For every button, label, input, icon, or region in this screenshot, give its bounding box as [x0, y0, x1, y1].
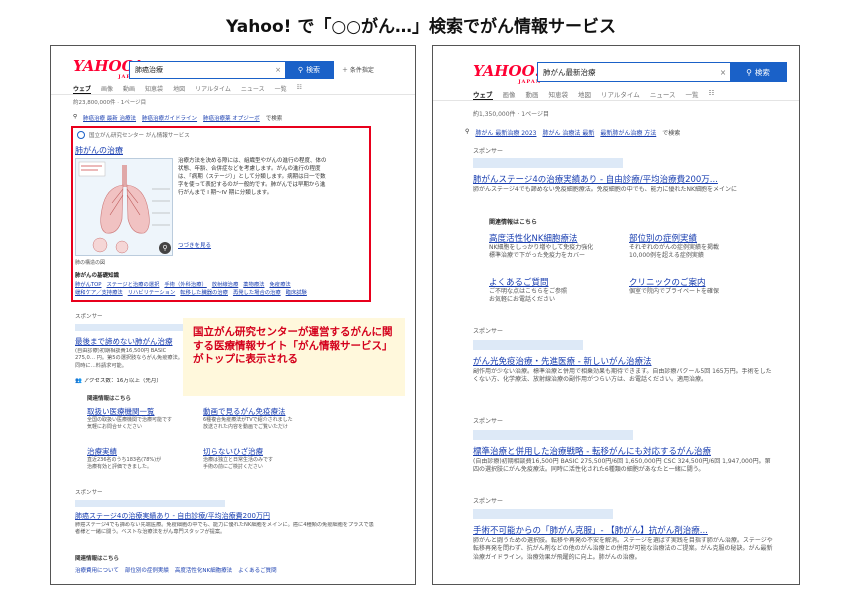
search-icon: ⚲: [465, 128, 470, 135]
related-suffix: で検索: [662, 130, 681, 137]
ad-1-desc: 肺がんステージ4でも諦めない免疫細胞療法。免疫細胞の中でも、能力に優れたNK細胞…: [473, 186, 737, 193]
result-count: 約1,350,000件 · 1ページ目: [473, 111, 549, 118]
ad-4-title[interactable]: 手術不可能からの「肺がん克服」- 【肺がん】抗がん剤治療...: [473, 524, 773, 536]
sitelink-desc: 直近236名のうち183名(78%)が 治療有効と評価できました。: [87, 457, 162, 470]
related-search-2[interactable]: 最新肺がん治療 方法: [600, 128, 656, 137]
sponsor-label-4: スポンサー: [473, 498, 504, 505]
sitelink-title[interactable]: クリニックのご案内: [629, 276, 719, 288]
ad-3-title[interactable]: 標準治療と併用した治療戦略 - 転移がんにも対応するがん治療: [473, 445, 773, 457]
ad-2-desc: 副作用が少ない治療。標準治療と併用で相乗効果も期待できます。自由診療パクール5回…: [473, 368, 772, 384]
ad-2-related-heading: 関連情報はこちら: [75, 556, 120, 562]
sitelink-0[interactable]: 高度活性化NK細胞療法 NK細胞をしっかり増やして免疫力強化 標準治療で下がった免…: [489, 232, 593, 261]
tabs-divider: [433, 100, 799, 101]
sitelink-title[interactable]: 高度活性化NK細胞療法: [489, 232, 593, 244]
ad-2-title[interactable]: 肺癌ステージ4の治療実績あり - 自由診療/平均治療費200万円: [75, 511, 385, 521]
logo-text: YAHOO!: [473, 62, 542, 80]
ad-4-desc: 肺がんと闘うための選択肢。転移や再発の不安を解消。ステージを選ばず実践を目指す肺…: [473, 537, 773, 561]
sitelink-3[interactable]: クリニックのご案内 個室で院内でプライベートを確保: [629, 276, 719, 296]
ad-2-link[interactable]: よくあるご質問: [238, 566, 277, 574]
search-icon: ⚲: [297, 66, 304, 74]
sitelink-desc: 6種複合免疫療法がTVで紹介されました 放送された内容を動画でご覧いただけ: [203, 417, 293, 430]
sitelink-title[interactable]: 取扱い医療機関一覧: [87, 406, 172, 417]
yahoo-logo[interactable]: YAHOO! JAPAN: [473, 64, 541, 85]
sitelink-2[interactable]: 治療実績 直近236名のうち183名(78%)が 治療有効と評価できました。: [87, 446, 161, 471]
sponsor-label-3: スポンサー: [473, 418, 504, 425]
search-input[interactable]: 肺がん最新治療: [538, 67, 716, 78]
annotation-callout: 国立がん研究センターが運営するがんに関する医療情報サイト「がん情報サービス」がト…: [183, 318, 405, 396]
page-title: Yahoo! で「○○がん…」検索でがん情報サービス: [225, 17, 617, 37]
search-icon: ⚲: [73, 114, 78, 120]
search-box[interactable]: 肺がん最新治療 × ⚲ 検索: [537, 62, 787, 82]
advanced-search-link[interactable]: ＋ 条件指定: [342, 65, 374, 74]
sitelink-title[interactable]: 部位別の症例実績: [629, 232, 719, 244]
blurred-url: [473, 158, 623, 168]
logo-sub: JAPAN: [518, 79, 542, 85]
sitelink-title[interactable]: 動画で見るがん免疫療法: [203, 406, 293, 417]
sitelink-1[interactable]: 部位別の症例実績 それぞれのがんの症例実績を掲載 10,000例を超える症例実績: [629, 232, 719, 261]
search-button-label: 検索: [306, 66, 321, 74]
sitelink-desc: ご不明な点はこちらをご参照 お気軽にお電話ください: [489, 288, 568, 304]
sitelink-desc: 個室で院内でプライベートを確保: [629, 288, 720, 295]
search-button[interactable]: ⚲ 検索: [730, 63, 786, 81]
related-search-1[interactable]: 肺がん 治療法 最新: [543, 128, 595, 137]
sponsor-label-2: スポンサー: [75, 490, 103, 496]
sitelink-1[interactable]: 動画で見るがん免疫療法 6種複合免疫療法がTVで紹介されました 放送された内容を動…: [203, 406, 293, 431]
search-icon: ⚲: [746, 67, 752, 77]
sitelink-2[interactable]: よくあるご質問 ご不明な点はこちらをご参照 お気軽にお電話ください: [489, 276, 567, 305]
related-searches: ⚲ 肺がん 最新治療 2023 肺がん 治療法 最新 最新肺がん治療 方法 で検索: [465, 128, 680, 137]
ad-2-desc: 肺癌ステージ4でも諦めない先端医療。免疫細胞の中でも、能力に優れたNK細胞をメイ…: [75, 522, 374, 536]
tabs-divider: [51, 94, 415, 95]
ad-1-title[interactable]: 肺がんステージ4の治療実績あり - 自由診療/平均治療費200万...: [473, 173, 773, 185]
sponsor-label: スポンサー: [75, 314, 103, 320]
ad-2-links: 治療費用について 部位別の症例実績 高度活性化NK細胞療法 よくあるご質問: [75, 566, 277, 574]
related-suffix: で検索: [265, 116, 283, 122]
sponsor-label: スポンサー: [473, 148, 504, 155]
ad-1-desc: (自由診療)初期相談費16,500円 BASIC 275,0… 円。第5の選択肢…: [75, 348, 183, 369]
search-button[interactable]: ⚲ 検索: [285, 62, 333, 78]
ad-1-related-heading: 関連情報はこちら: [87, 396, 132, 402]
ad-2-link[interactable]: 高度活性化NK細胞療法: [175, 566, 232, 574]
ad-2-link[interactable]: 治療費用について: [75, 566, 119, 574]
related-search-1[interactable]: 肺癌治療ガイドライン: [142, 114, 197, 122]
access-count: アクセス数：16万以上（先月）: [83, 378, 162, 384]
sitelink-desc: NK細胞をしっかり増やして免疫力強化 標準治療で下がった免疫力をカバー: [489, 244, 594, 260]
result-count: 約23,800,000件 · 1ページ目: [73, 100, 147, 106]
sitelink-desc: 治療は独立と日常生活のみです 手術の前にご検討ください: [203, 457, 274, 470]
search-button-label: 検索: [754, 67, 770, 77]
highlight-box: [71, 126, 371, 302]
sitelink-title[interactable]: 切らないひざ治療: [203, 446, 273, 457]
ad-3-desc: (自由診療)初期相談費16,500円 BASIC 275,500円/6回 1,6…: [473, 458, 771, 474]
sitelink-title[interactable]: 治療実績: [87, 446, 161, 457]
right-screenshot: YAHOO! JAPAN 肺がん最新治療 × ⚲ 検索 ウェブ 画像 動画 知恵袋 地図…: [432, 45, 800, 585]
sitelink-0[interactable]: 取扱い医療機関一覧 全国の取扱い医療機関で治療可能です 気軽にお問合せください: [87, 406, 172, 431]
sitelink-desc: 全国の取扱い医療機関で治療可能です 気軽にお問合せください: [87, 417, 173, 430]
blurred-url-4: [473, 509, 613, 519]
ad-1-related-heading: 関連情報はこちら: [489, 219, 538, 226]
blurred-url-2: [75, 500, 225, 507]
sitelink-3[interactable]: 切らないひざ治療 治療は独立と日常生活のみです 手術の前にご検討ください: [203, 446, 273, 471]
related-search-2[interactable]: 肺癌治療薬 オプジーボ: [203, 114, 260, 122]
sitelink-title[interactable]: よくあるご質問: [489, 276, 567, 288]
clear-icon[interactable]: ×: [271, 66, 285, 74]
ad-2-title[interactable]: がん光免疫治療・先進医療 - 新しいがん治療法: [473, 355, 773, 367]
ad-2-link[interactable]: 部位別の症例実績: [125, 566, 169, 574]
sponsor-label-2: スポンサー: [473, 328, 504, 335]
people-icon: 👥: [75, 378, 82, 384]
related-search-0[interactable]: 肺がん 最新治療 2023: [475, 128, 536, 137]
clear-icon[interactable]: ×: [716, 68, 730, 77]
related-search-0[interactable]: 肺癌治療 最新 治療法: [83, 114, 136, 122]
related-searches: ⚲ 肺癌治療 最新 治療法 肺癌治療ガイドライン 肺癌治療薬 オプジーボ で検索: [73, 114, 282, 122]
search-input[interactable]: 肺癌治療: [130, 65, 271, 75]
left-screenshot: YAHOO! JAPAN 肺癌治療 × ⚲ 検索 ＋ 条件指定 ウェブ画像動画知…: [50, 45, 416, 585]
blurred-url-2: [473, 340, 583, 350]
search-box[interactable]: 肺癌治療 × ⚲ 検索: [129, 61, 334, 79]
blurred-url-3: [473, 430, 633, 440]
sitelink-desc: それぞれのがんの症例実績を掲載 10,000例を超える症例実績: [629, 244, 720, 260]
